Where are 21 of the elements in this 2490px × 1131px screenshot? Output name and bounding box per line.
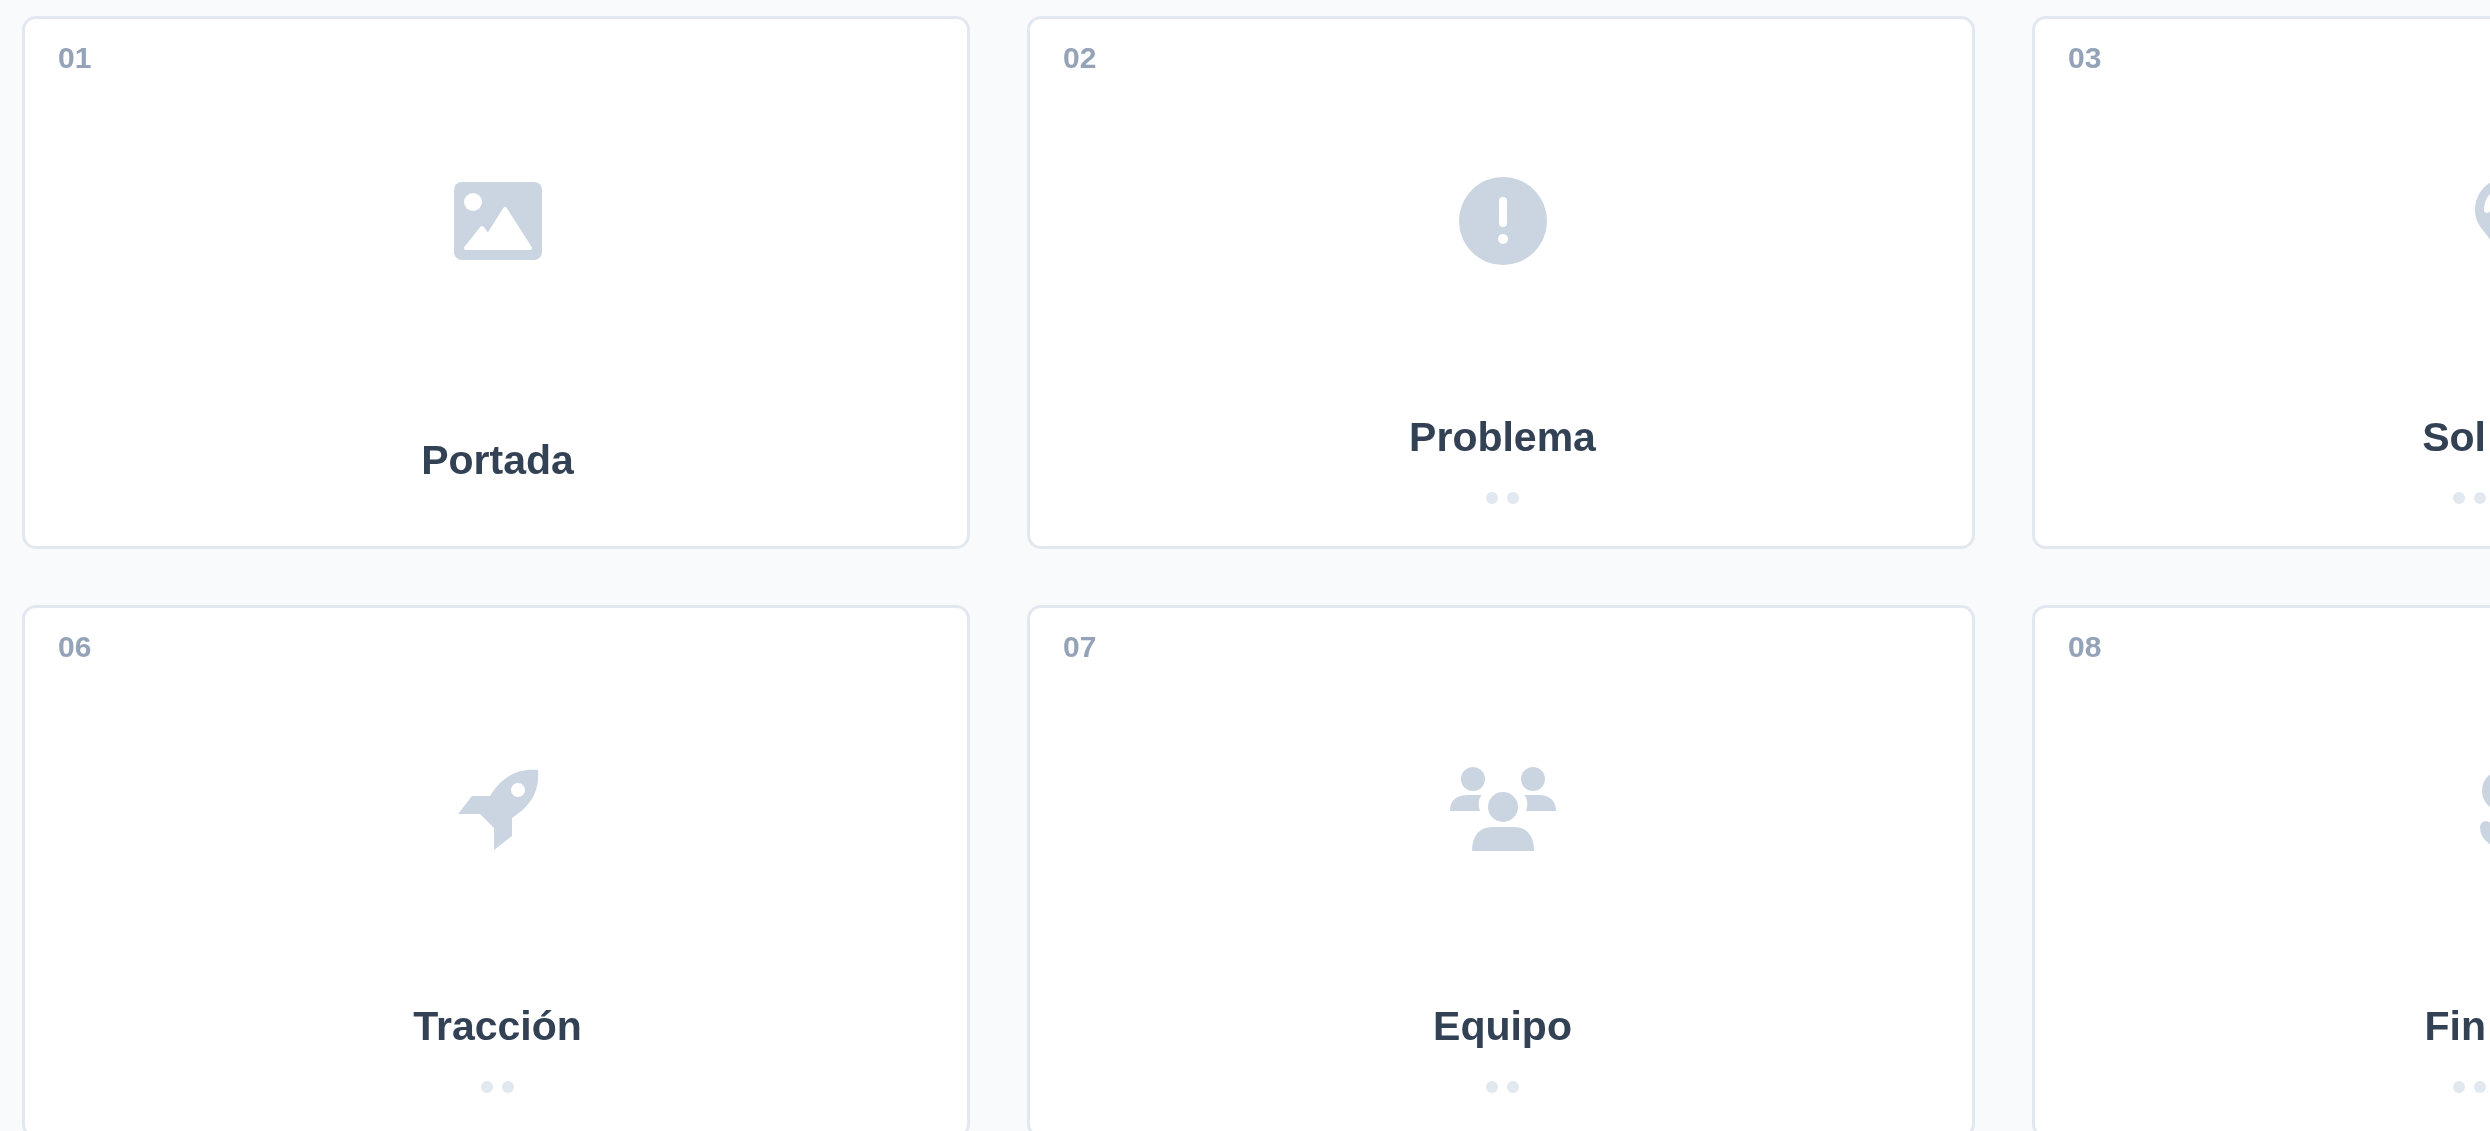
slide-title: Portada [421, 439, 574, 481]
slide-number: 03 [2068, 43, 2102, 73]
slide-card[interactable]: 01 Portada [22, 16, 970, 549]
slide-number: 07 [1063, 632, 1097, 662]
slide-title: Equipo [1433, 1005, 1572, 1047]
slide-card[interactable]: 06 Tracción [22, 605, 970, 1131]
people-icon [1447, 767, 1558, 853]
slide-title: Problema [1409, 416, 1596, 458]
slide-card[interactable]: 03 Sol [2032, 16, 2490, 549]
slide-card[interactable]: 07 Equipo [1027, 605, 1975, 1131]
slide-number: 02 [1063, 43, 1097, 73]
slide-title: Fin [2424, 1005, 2486, 1047]
slide-card[interactable]: 02 Problema [1027, 16, 1975, 549]
slide-title: Tracción [413, 1005, 582, 1047]
slide-title: Sol [2422, 416, 2486, 458]
slide-card[interactable]: 08 Fin [2032, 605, 2490, 1131]
slide-number: 06 [58, 632, 92, 662]
alert-icon [1458, 177, 1547, 265]
slide-number: 01 [58, 43, 92, 73]
image-icon [453, 182, 542, 260]
slide-number: 08 [2068, 632, 2102, 662]
